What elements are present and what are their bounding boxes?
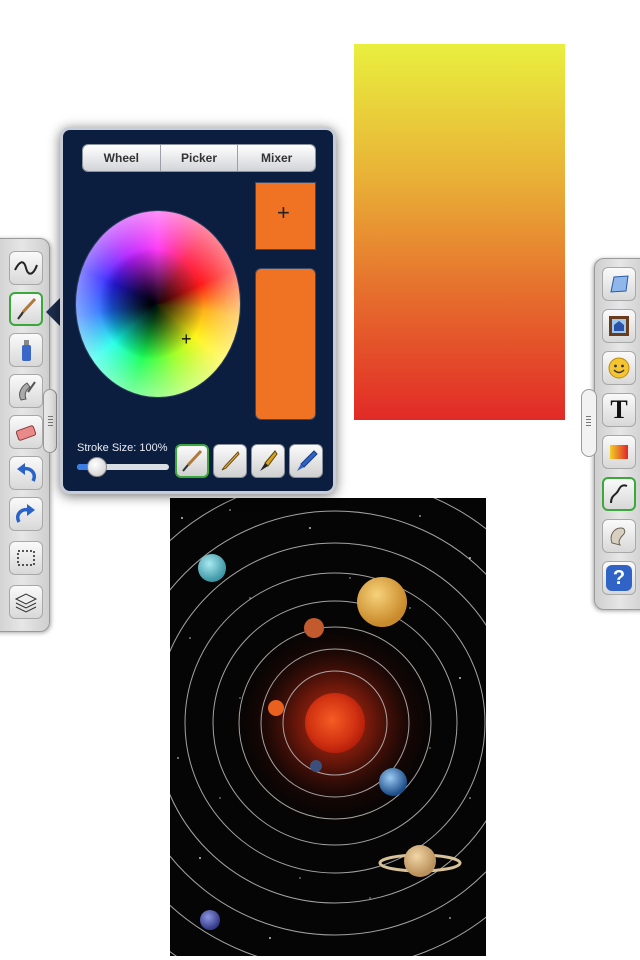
rectangle-shape-tool[interactable] [602, 267, 636, 301]
eraser-tool[interactable] [9, 415, 43, 449]
redo-icon [16, 504, 35, 523]
eraser-icon [15, 425, 37, 441]
pencil-icon [221, 451, 240, 471]
help-button[interactable]: ? [602, 561, 636, 595]
crosshair-icon: + [181, 329, 192, 349]
color-mode-segmented-control: Wheel Picker Mixer [82, 144, 316, 172]
brush-type-paintbrush[interactable] [175, 444, 209, 478]
stamp-icon [610, 527, 626, 546]
paintbrush-icon [182, 449, 203, 472]
color-wheel[interactable] [75, 210, 241, 398]
stroke-size-label: Stroke Size: 100% [77, 442, 168, 454]
add-color-plus-icon: + [277, 200, 290, 225]
freehand-curve-tool[interactable] [9, 251, 43, 285]
undo-icon [17, 463, 36, 482]
tab-mixer[interactable]: Mixer [238, 145, 315, 171]
paintbrush-tool[interactable] [9, 292, 43, 326]
smiley-icon [608, 357, 630, 379]
stamp-tool[interactable] [602, 519, 636, 553]
calligraphy-pen-icon [260, 450, 278, 471]
help-icon: ? [606, 565, 632, 591]
smiley-sticker-tool[interactable] [602, 351, 636, 385]
rectangle-shape-icon [610, 275, 629, 293]
curve-shape-icon [610, 484, 628, 504]
layers-icon [14, 593, 38, 613]
stroke-size-slider[interactable] [77, 457, 169, 477]
curve-shape-tool[interactable] [602, 477, 636, 511]
gradient-icon [610, 445, 628, 459]
text-tool[interactable]: T [602, 393, 636, 427]
left-toolbar [0, 238, 57, 632]
tab-picker[interactable]: Picker [160, 145, 239, 171]
selection-tool[interactable] [9, 541, 43, 575]
color-picker-panel: Wheel Picker Mixer + + Stroke Size: 100% [60, 127, 336, 494]
right-toolbar: T ? [581, 258, 640, 610]
smudge-tool[interactable] [9, 374, 43, 408]
grip-lines [48, 416, 53, 428]
image-frame-tool[interactable] [602, 309, 636, 343]
solar-system-illustration [170, 498, 486, 956]
brush-type-marker[interactable] [289, 444, 323, 478]
right-toolbar-handle[interactable] [581, 389, 597, 457]
text-icon: T [610, 395, 628, 424]
undo-button[interactable] [9, 456, 43, 490]
solar-system-image[interactable] [170, 498, 486, 956]
image-frame-icon [609, 316, 629, 336]
brush-type-pencil[interactable] [213, 444, 247, 478]
spray-can-icon [22, 340, 31, 361]
tab-wheel[interactable]: Wheel [83, 145, 161, 171]
marker-icon [297, 450, 318, 471]
selected-color-preview [255, 268, 316, 420]
smudge-icon [19, 381, 36, 401]
gradient-rectangle-shape[interactable] [354, 44, 565, 420]
redo-button[interactable] [9, 497, 43, 531]
paintbrush-icon [17, 297, 37, 320]
freehand-curve-icon [14, 261, 38, 275]
stroke-slider-thumb[interactable] [87, 457, 107, 477]
grip-lines [586, 416, 591, 428]
left-toolbar-handle[interactable] [43, 389, 57, 453]
selection-marquee-icon [17, 550, 35, 566]
gradient-tool[interactable] [602, 435, 636, 469]
brush-type-calligraphy-pen[interactable] [251, 444, 285, 478]
layers-button[interactable] [9, 585, 43, 619]
spray-can-tool[interactable] [9, 333, 43, 367]
